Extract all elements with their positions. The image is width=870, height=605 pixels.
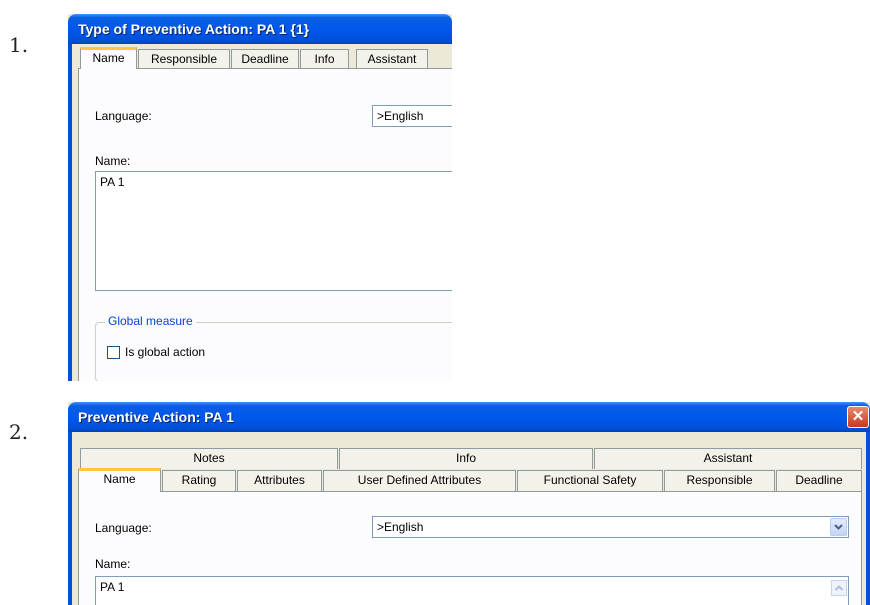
tab-assistant[interactable]: Assistant xyxy=(356,49,428,69)
tab-name[interactable]: Name xyxy=(78,468,161,492)
name-label: Name: xyxy=(95,557,131,571)
tab-deadline[interactable]: Deadline xyxy=(231,49,299,69)
dialog-type-of-preventive-action: Type of Preventive Action: PA 1 {1} Name… xyxy=(68,14,452,381)
tab-notes[interactable]: Notes xyxy=(80,448,338,469)
language-select[interactable]: >English xyxy=(372,105,452,127)
tab-rating[interactable]: Rating xyxy=(162,470,236,492)
close-icon[interactable]: ✕ xyxy=(847,406,869,428)
tab-functional-safety[interactable]: Functional Safety xyxy=(517,470,663,492)
tab-responsible[interactable]: Responsible xyxy=(138,49,230,69)
language-select[interactable]: >English xyxy=(372,516,849,538)
step-number-1: 1. xyxy=(9,33,29,57)
tab-info[interactable]: Info xyxy=(300,49,349,69)
dialog-preventive-action: Preventive Action: PA 1 ✕ Notes Info Ass… xyxy=(68,402,870,605)
scroll-up-glyph xyxy=(834,585,844,591)
language-label: Language: xyxy=(95,109,152,123)
is-global-action-checkbox[interactable] xyxy=(107,346,120,359)
name-textarea[interactable]: PA 1 xyxy=(95,576,849,605)
tab-name[interactable]: Name xyxy=(80,47,137,69)
global-measure-title: Global measure xyxy=(105,314,196,328)
chevron-down-icon[interactable] xyxy=(830,518,847,536)
name-textarea[interactable]: PA 1 xyxy=(95,171,452,291)
scroll-up-icon[interactable] xyxy=(831,580,847,596)
is-global-action-label[interactable]: Is global action xyxy=(125,345,205,359)
dialog1-title: Type of Preventive Action: PA 1 {1} xyxy=(68,14,452,44)
dialog2-frame-right xyxy=(866,432,870,605)
tab-info[interactable]: Info xyxy=(339,448,593,469)
tab-assistant[interactable]: Assistant xyxy=(594,448,862,469)
tab-deadline[interactable]: Deadline xyxy=(776,470,862,492)
chevron-down-glyph xyxy=(834,524,843,530)
tab-responsible[interactable]: Responsible xyxy=(664,470,775,492)
dialog2-frame-left xyxy=(68,432,72,605)
step-number-2: 2. xyxy=(9,420,29,444)
name-label: Name: xyxy=(95,154,131,168)
tab-attributes[interactable]: Attributes xyxy=(237,470,322,492)
dialog1-frame-left xyxy=(68,44,72,381)
language-label: Language: xyxy=(95,521,152,535)
dialog2-title: Preventive Action: PA 1 xyxy=(68,402,870,432)
tab-user-defined-attributes[interactable]: User Defined Attributes xyxy=(323,470,516,492)
